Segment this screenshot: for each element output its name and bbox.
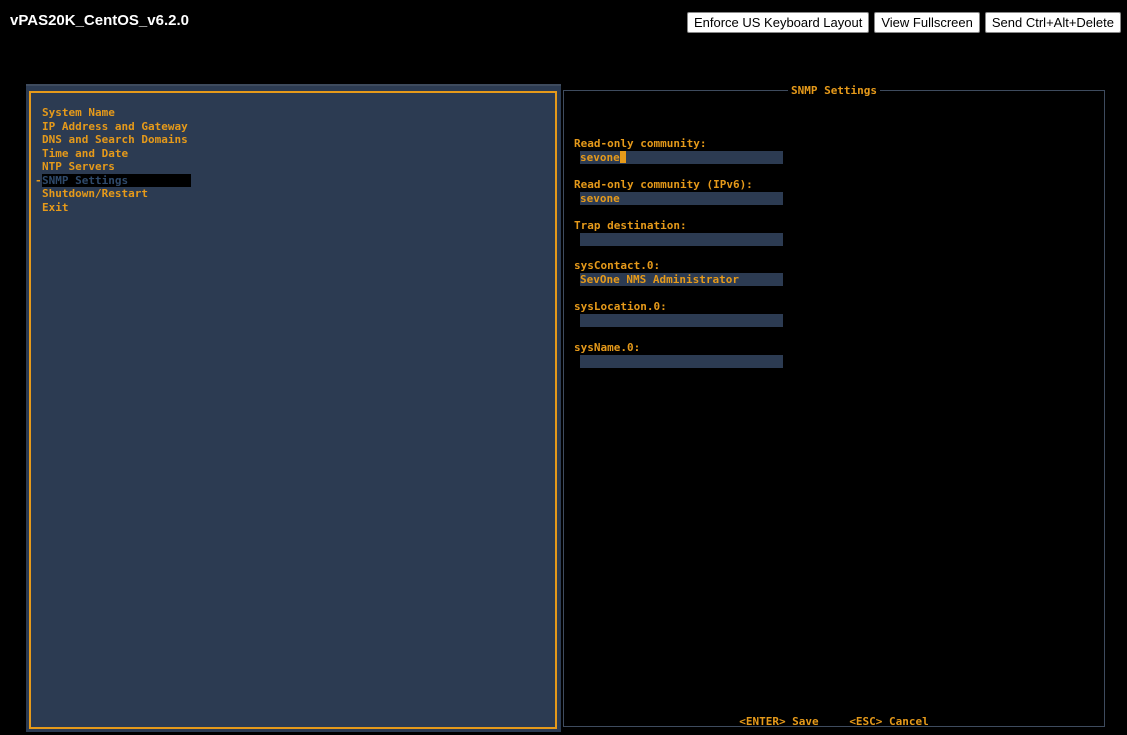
syscontact-input[interactable]: SevOne NMS Administrator	[580, 273, 783, 286]
trap-destination-input[interactable]	[580, 233, 783, 246]
field-ro-community: Read-only community: sevone	[574, 137, 783, 164]
vm-toolbar: vPAS20K_CentOS_v6.2.0 Enforce US Keyboar…	[0, 0, 1127, 44]
send-ctrl-alt-delete-button[interactable]: Send Ctrl+Alt+Delete	[984, 12, 1121, 33]
field-label: sysName.0:	[574, 341, 641, 354]
field-label: Trap destination:	[574, 219, 687, 232]
save-hint[interactable]: <ENTER> Save	[739, 715, 818, 728]
snmp-form-pane: SNMP Settings Read-only community: sevon…	[563, 84, 1105, 728]
menu-item-shutdown-restart[interactable]: Shutdown/Restart	[42, 187, 191, 201]
menu-list: System Name IP Address and Gateway DNS a…	[35, 106, 191, 215]
form-footer: <ENTER> Save <ESC> Cancel	[564, 715, 1104, 728]
menu-item-dns[interactable]: DNS and Search Domains	[42, 133, 191, 147]
syslocation-input[interactable]	[580, 314, 783, 327]
field-syscontact: sysContact.0: SevOne NMS Administrator	[574, 259, 783, 286]
menu-item-exit[interactable]: Exit	[42, 201, 191, 215]
toolbar-buttons: Enforce US Keyboard Layout View Fullscre…	[686, 12, 1121, 33]
field-trap-destination: Trap destination:	[574, 219, 783, 246]
menu-item-ntp-servers[interactable]: NTP Servers	[42, 160, 191, 174]
sysname-input[interactable]	[580, 355, 783, 368]
cancel-hint[interactable]: <ESC> Cancel	[849, 715, 928, 728]
field-syslocation: sysLocation.0:	[574, 300, 783, 327]
menu-frame: System Name IP Address and Gateway DNS a…	[29, 91, 557, 729]
field-label: Read-only community (IPv6):	[574, 178, 753, 191]
form-title-text: SNMP Settings	[787, 84, 881, 97]
enforce-keyboard-button[interactable]: Enforce US Keyboard Layout	[686, 12, 870, 33]
menu-item-snmp-settings[interactable]: SNMP Settings	[35, 173, 191, 187]
view-fullscreen-button[interactable]: View Fullscreen	[874, 12, 980, 33]
menu-item-system-name[interactable]: System Name	[42, 106, 191, 120]
ro-community-ipv6-input[interactable]: sevone	[580, 192, 783, 205]
ro-community-input[interactable]: sevone	[580, 151, 783, 164]
field-label: sysLocation.0:	[574, 300, 667, 313]
field-label: sysContact.0:	[574, 259, 661, 272]
field-value: sevone	[580, 151, 620, 164]
menu-pane: System Name IP Address and Gateway DNS a…	[26, 84, 561, 732]
vm-title: vPAS20K_CentOS_v6.2.0	[10, 12, 189, 29]
menu-item-time-date[interactable]: Time and Date	[42, 147, 191, 161]
field-label: Read-only community:	[574, 137, 707, 150]
field-sysname: sysName.0:	[574, 341, 783, 368]
form-title: SNMP Settings	[564, 84, 1104, 97]
field-ro-community-ipv6: Read-only community (IPv6): sevone	[574, 178, 783, 205]
console-screen[interactable]: System Name IP Address and Gateway DNS a…	[0, 44, 1127, 735]
text-cursor	[619, 151, 626, 163]
menu-item-ip-address[interactable]: IP Address and Gateway	[42, 120, 191, 134]
